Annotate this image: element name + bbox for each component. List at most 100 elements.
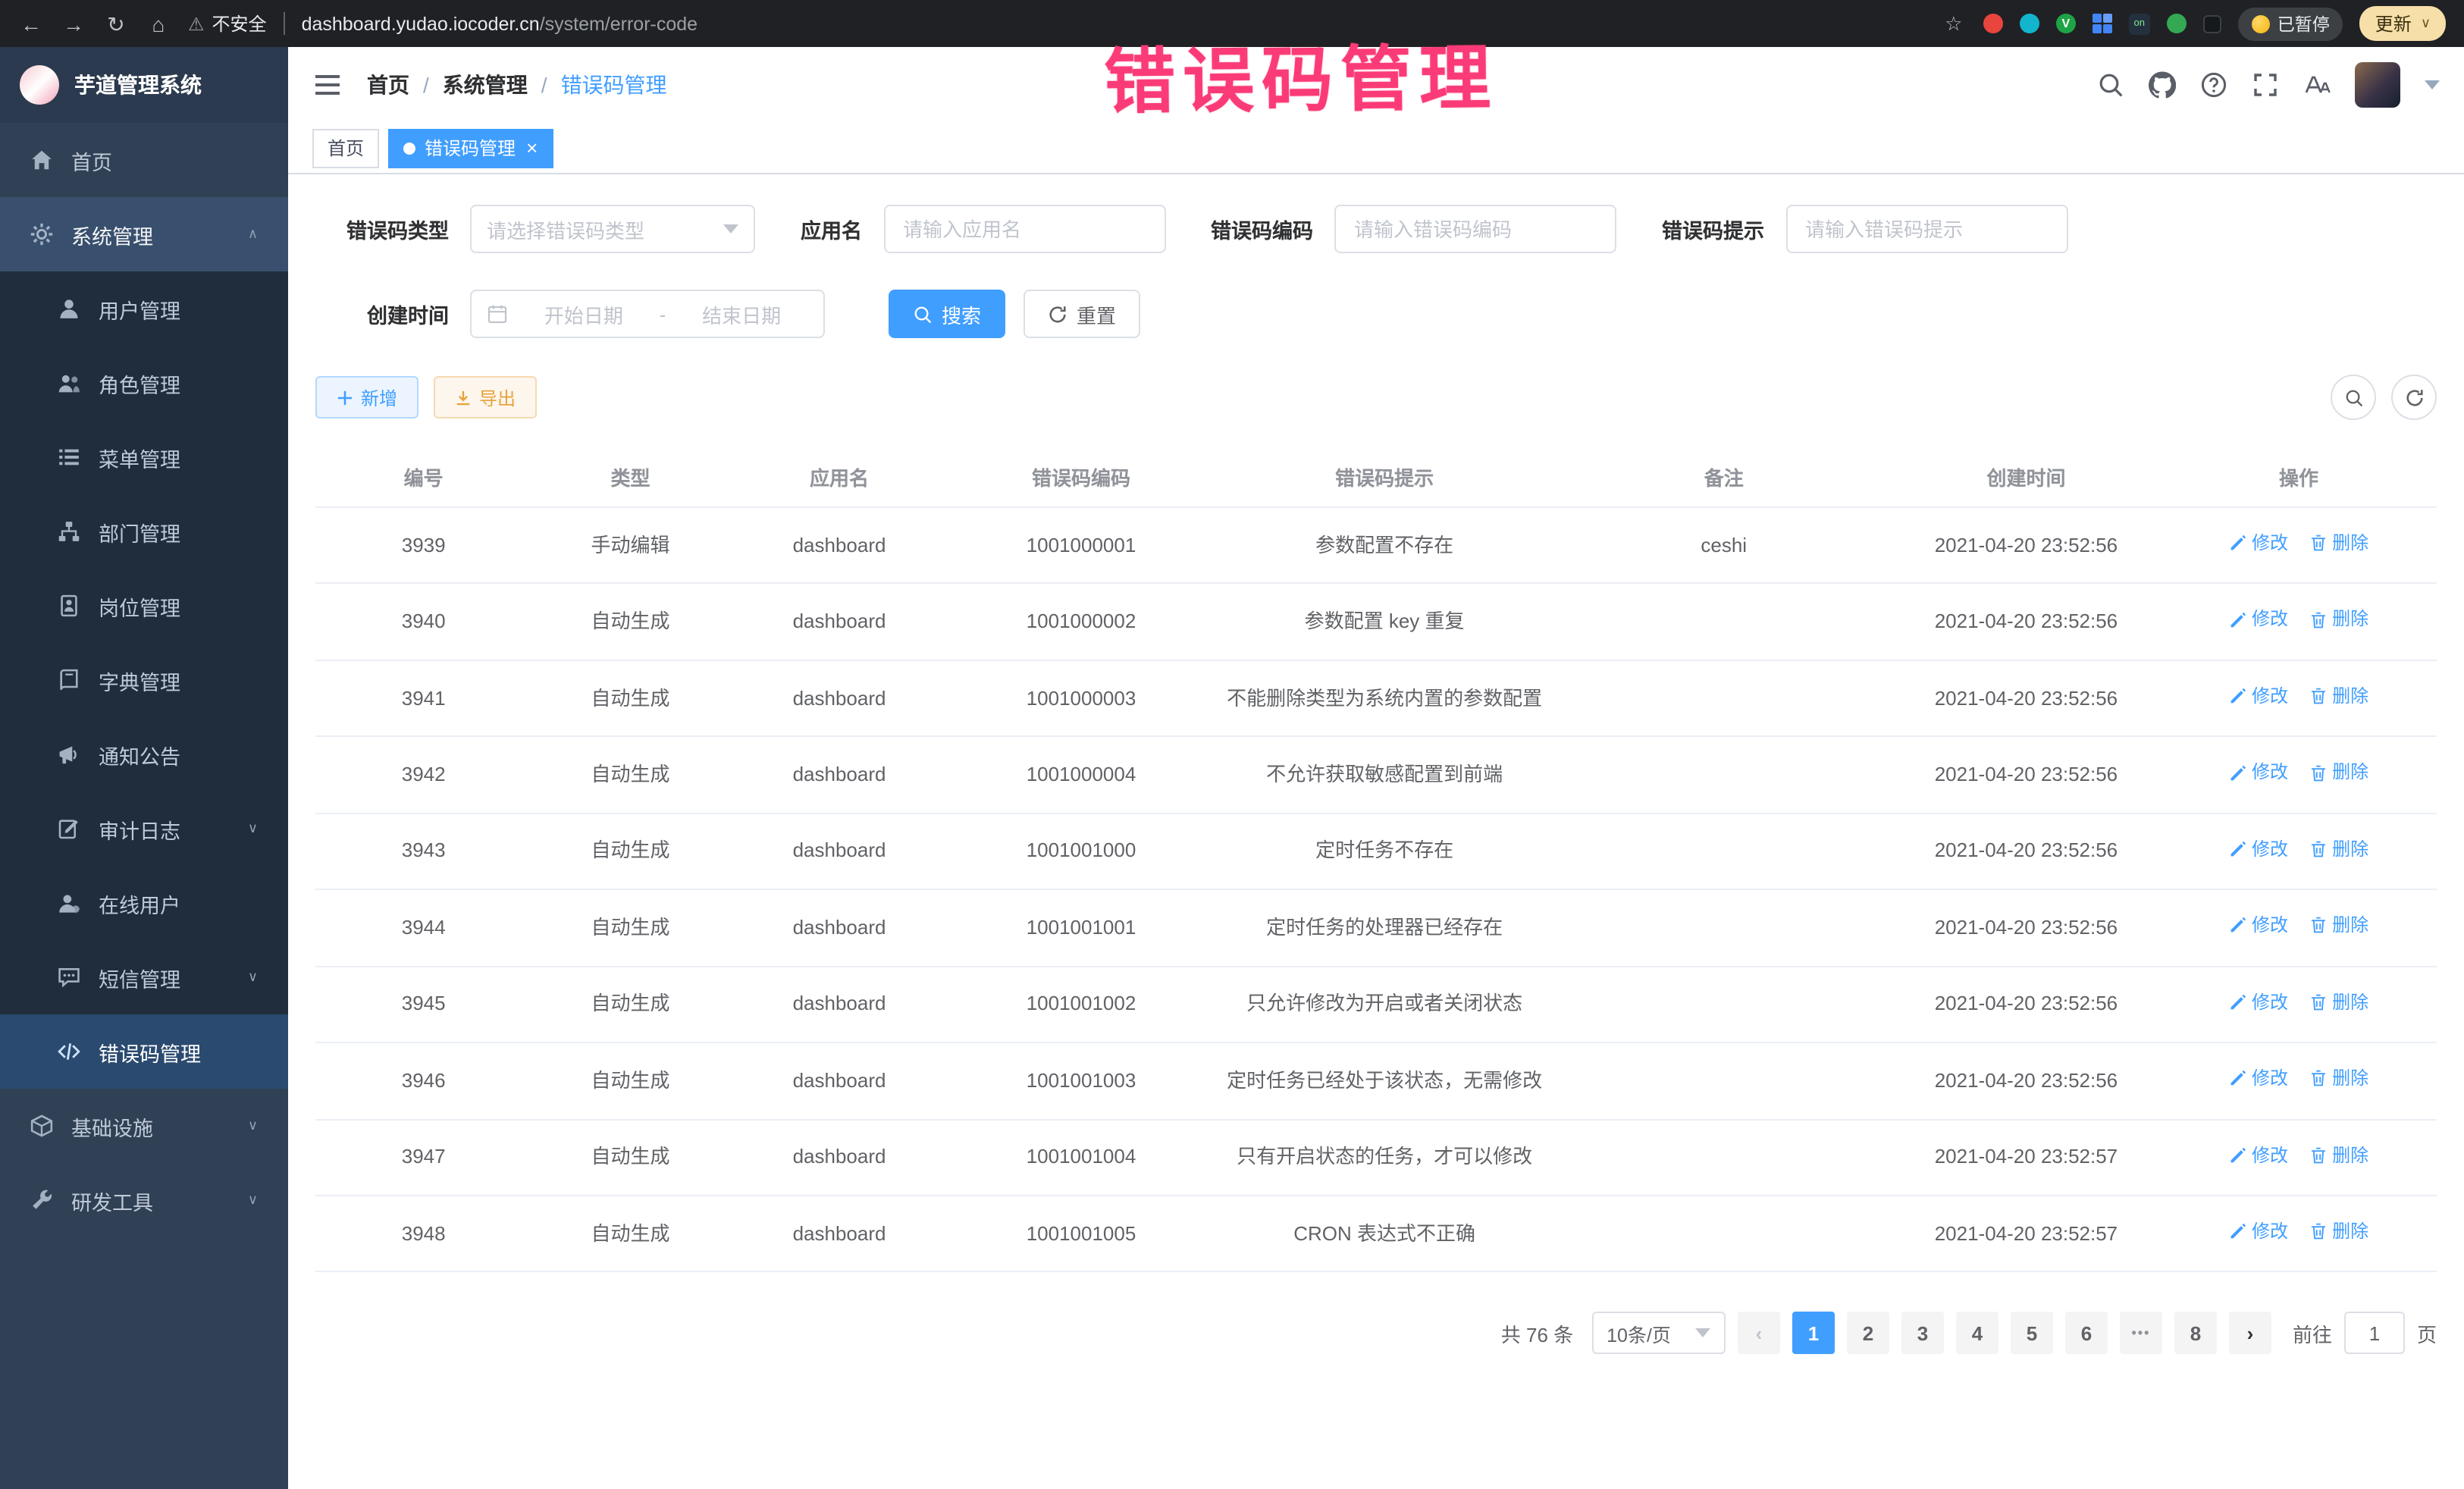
- extension-icon-grid[interactable]: [2093, 14, 2112, 33]
- edit-link[interactable]: 修改: [2229, 988, 2288, 1016]
- reload-icon[interactable]: ↻: [103, 13, 129, 34]
- delete-link[interactable]: 删除: [2309, 1064, 2368, 1092]
- user-menu-chevron-icon[interactable]: [2425, 80, 2440, 89]
- security-indicator[interactable]: ⚠ 不安全: [188, 11, 267, 36]
- edit-link[interactable]: 修改: [2229, 835, 2288, 864]
- sidebar-item-system[interactable]: 系统管理∧: [0, 197, 288, 271]
- edit-link[interactable]: 修改: [2229, 529, 2288, 557]
- date-range-picker[interactable]: 开始日期 - 结束日期: [470, 290, 825, 338]
- page-button-6[interactable]: 6: [2065, 1312, 2108, 1355]
- error-msg-input[interactable]: [1785, 205, 2067, 253]
- delete-link[interactable]: 删除: [2309, 911, 2368, 939]
- page-button-1[interactable]: 1: [1792, 1312, 1835, 1355]
- error-type-select[interactable]: 请选择错误码类型: [470, 205, 755, 253]
- search-button[interactable]: 搜索: [889, 290, 1005, 338]
- cell-app: dashboard: [729, 1042, 950, 1119]
- help-icon[interactable]: [2200, 71, 2227, 99]
- extension-icon-leaf[interactable]: [2167, 14, 2187, 33]
- sidebar-item-user[interactable]: 用户管理: [0, 271, 288, 346]
- delete-link[interactable]: 删除: [2309, 759, 2368, 787]
- edit-link[interactable]: 修改: [2229, 682, 2288, 710]
- extensions-puzzle-icon[interactable]: [2203, 14, 2221, 33]
- header-search-icon[interactable]: [2097, 71, 2124, 99]
- page-button-8[interactable]: 8: [2174, 1312, 2217, 1355]
- sidebar-item-error-code[interactable]: 错误码管理: [0, 1014, 288, 1089]
- delete-link[interactable]: 删除: [2309, 606, 2368, 634]
- hamburger-icon[interactable]: [312, 70, 343, 100]
- export-button[interactable]: 导出: [434, 376, 537, 418]
- chevron-down-icon: ∨: [2421, 15, 2431, 32]
- error-code-input[interactable]: [1334, 205, 1616, 253]
- update-button[interactable]: 更新 ∨: [2360, 6, 2446, 41]
- error-code-label: 错误码编码: [1211, 214, 1313, 244]
- delete-link[interactable]: 删除: [2309, 1218, 2368, 1246]
- delete-link[interactable]: 删除: [2309, 835, 2368, 864]
- sidebar-item-infra[interactable]: 基础设施∨: [0, 1089, 288, 1163]
- sidebar-item-menu[interactable]: 菜单管理: [0, 420, 288, 494]
- edit-link[interactable]: 修改: [2229, 1064, 2288, 1092]
- page-button-3[interactable]: 3: [1901, 1312, 1944, 1355]
- cell-id: 3946: [315, 1042, 531, 1119]
- calendar-icon: [487, 303, 508, 324]
- tool-icon: [30, 1189, 53, 1212]
- extension-icon-v[interactable]: V: [2056, 14, 2076, 33]
- column-header: 应用名: [729, 447, 950, 507]
- browser-home-icon[interactable]: ⌂: [146, 13, 171, 34]
- sidebar-item-online-user[interactable]: 在线用户: [0, 866, 288, 940]
- refresh-table-button[interactable]: [2391, 375, 2437, 420]
- sidebar-item-sms[interactable]: 短信管理∨: [0, 940, 288, 1014]
- sidebar-item-post[interactable]: 岗位管理: [0, 569, 288, 643]
- app-name-input[interactable]: [883, 205, 1165, 253]
- delete-link[interactable]: 删除: [2309, 529, 2368, 557]
- delete-link[interactable]: 删除: [2309, 1141, 2368, 1169]
- extension-icon-red[interactable]: [1983, 14, 2003, 33]
- breadcrumb-item[interactable]: 首页: [367, 70, 409, 100]
- bookmark-star-icon[interactable]: ☆: [1941, 14, 1967, 33]
- tab-error-code[interactable]: 错误码管理×: [388, 128, 553, 168]
- table-row: 3942自动生成dashboard1001000004不允许获取敏感配置到前端2…: [315, 737, 2437, 813]
- address-bar[interactable]: dashboard.yudao.iocoder.cn/system/error-…: [302, 13, 1924, 34]
- font-size-icon[interactable]: [2303, 71, 2331, 99]
- tab-close-icon[interactable]: ×: [526, 138, 538, 158]
- extension-icon-teal[interactable]: [2020, 14, 2039, 33]
- reset-button[interactable]: 重置: [1024, 290, 1140, 338]
- profile-chip[interactable]: 已暂停: [2238, 7, 2343, 40]
- sidebar-item-notice[interactable]: 通知公告: [0, 717, 288, 792]
- add-button[interactable]: 新增: [315, 376, 419, 418]
- sms-icon: [58, 966, 80, 989]
- page-size-select[interactable]: 10条/页: [1591, 1312, 1726, 1355]
- edit-link[interactable]: 修改: [2229, 606, 2288, 634]
- sidebar-item-dev-tool[interactable]: 研发工具∨: [0, 1163, 288, 1237]
- github-icon[interactable]: [2149, 71, 2176, 99]
- page-list: 123456•••8: [1792, 1312, 2217, 1355]
- cell-memo: [1556, 1119, 1892, 1196]
- edit-link[interactable]: 修改: [2229, 1141, 2288, 1169]
- edit-link[interactable]: 修改: [2229, 759, 2288, 787]
- breadcrumb-item[interactable]: 系统管理: [443, 70, 528, 100]
- prev-page-button[interactable]: ‹: [1738, 1312, 1780, 1355]
- tab-home[interactable]: 首页: [312, 128, 379, 168]
- page-button-4[interactable]: 4: [1956, 1312, 1998, 1355]
- sidebar-item-role[interactable]: 角色管理: [0, 346, 288, 420]
- sidebar-item-dict[interactable]: 字典管理: [0, 643, 288, 717]
- sidebar-item-dept[interactable]: 部门管理: [0, 494, 288, 569]
- page-button-5[interactable]: 5: [2011, 1312, 2053, 1355]
- sidebar-item-home[interactable]: 首页: [0, 123, 288, 197]
- forward-icon[interactable]: →: [61, 13, 86, 34]
- logo-avatar: [20, 65, 59, 105]
- next-page-button[interactable]: ›: [2229, 1312, 2271, 1355]
- goto-page-input[interactable]: [2344, 1312, 2405, 1355]
- back-icon[interactable]: ←: [18, 13, 44, 34]
- page-button-2[interactable]: 2: [1847, 1312, 1889, 1355]
- toggle-search-button[interactable]: [2331, 375, 2376, 420]
- logo[interactable]: 芋道管理系统: [0, 47, 288, 123]
- delete-link[interactable]: 删除: [2309, 682, 2368, 710]
- edit-link[interactable]: 修改: [2229, 1218, 2288, 1246]
- column-header: 错误码提示: [1212, 447, 1556, 507]
- sidebar-item-audit-log[interactable]: 审计日志∨: [0, 792, 288, 866]
- edit-link[interactable]: 修改: [2229, 911, 2288, 939]
- extension-icon-on[interactable]: on: [2129, 13, 2150, 34]
- delete-link[interactable]: 删除: [2309, 988, 2368, 1016]
- fullscreen-icon[interactable]: [2252, 71, 2279, 99]
- user-avatar[interactable]: [2355, 62, 2400, 108]
